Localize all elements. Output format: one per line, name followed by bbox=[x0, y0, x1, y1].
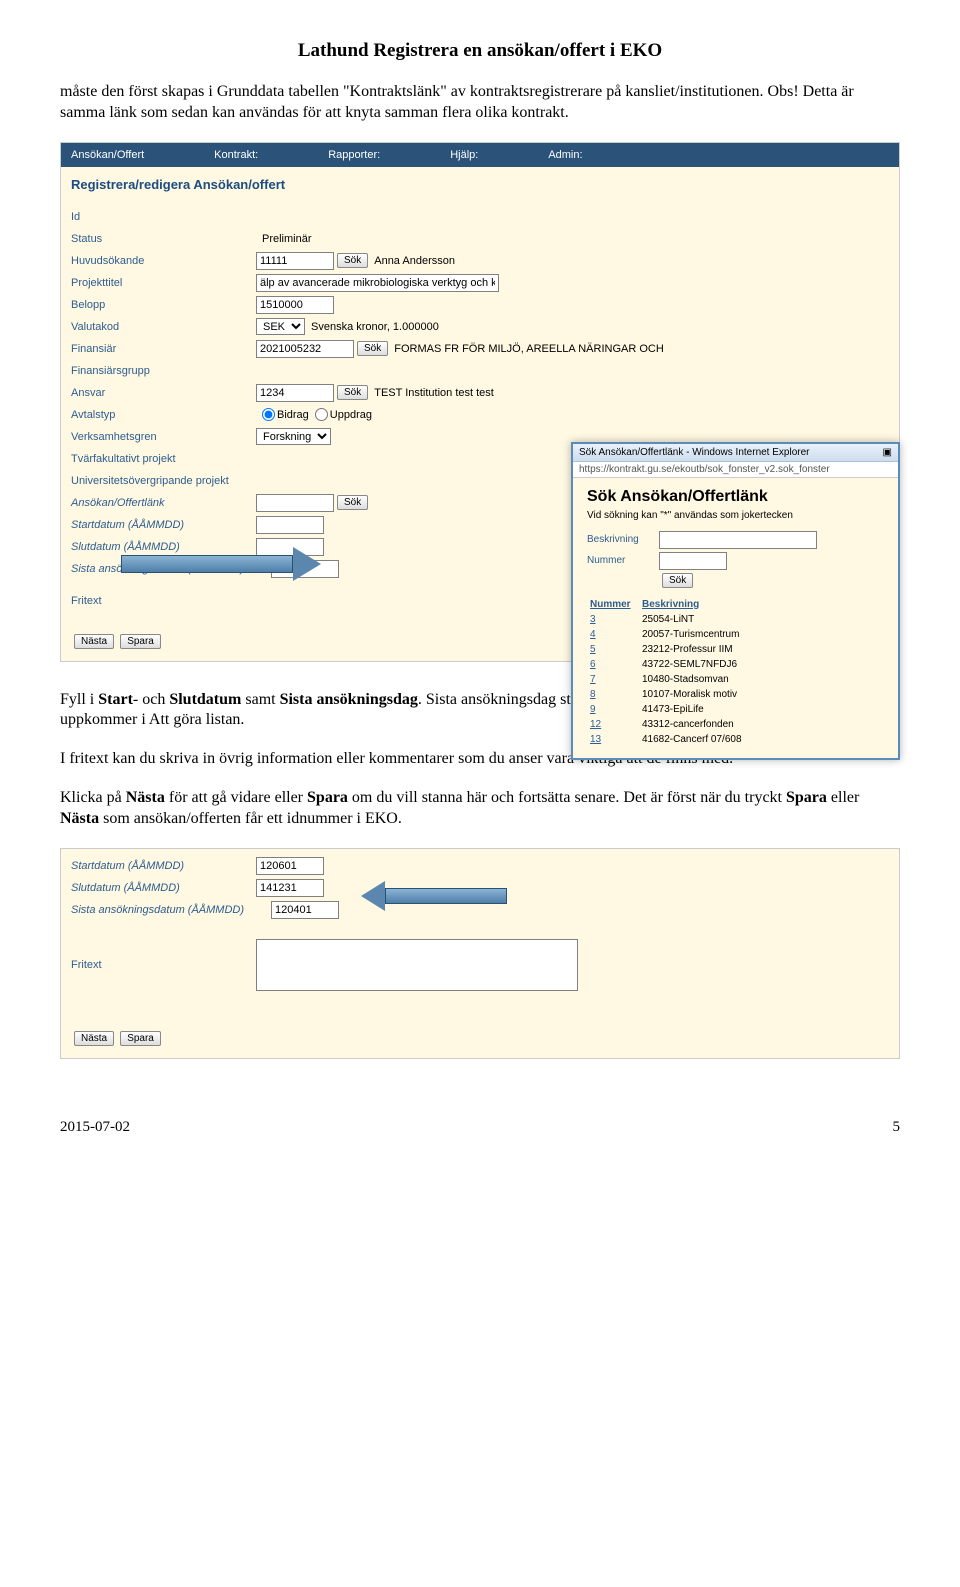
label-slutdatum: Slutdatum (ÅÅMMDD) bbox=[71, 882, 256, 894]
startdatum-input[interactable] bbox=[256, 516, 324, 534]
paragraph-1: måste den först skapas i Grunddata tabel… bbox=[60, 82, 900, 124]
label-huvudsokande: Huvudsökande bbox=[71, 255, 256, 267]
label-fritext: Fritext bbox=[71, 595, 256, 607]
spara-button[interactable]: Spara bbox=[120, 1031, 161, 1046]
radio-bidrag[interactable] bbox=[262, 408, 275, 421]
table-row[interactable]: 710480-Stadsomvan bbox=[589, 673, 743, 686]
popup-nummer-input[interactable] bbox=[659, 552, 727, 570]
nav-item[interactable]: Hjälp: bbox=[450, 149, 478, 161]
table-row[interactable]: 1341682-Cancerf 07/608 bbox=[589, 733, 743, 746]
window-controls-icon[interactable]: ▣ bbox=[883, 447, 892, 458]
ansvar-desc: TEST Institution test test bbox=[374, 387, 494, 399]
finansiar-desc: FORMAS FR FÖR MILJÖ, AREELLA NÄRINGAR OC… bbox=[394, 343, 664, 355]
nav-item[interactable]: Admin: bbox=[548, 149, 582, 161]
table-row[interactable]: 941473-EpiLife bbox=[589, 703, 743, 716]
label-avtalstyp: Avtalstyp bbox=[71, 409, 256, 421]
label-id: Id bbox=[71, 211, 256, 223]
navbar: Ansökan/Offert Kontrakt: Rapporter: Hjäl… bbox=[61, 143, 899, 167]
nasta-button[interactable]: Nästa bbox=[74, 634, 114, 649]
table-row[interactable]: 1243312-cancerfonden bbox=[589, 718, 743, 731]
label-finansiarsgrupp: Finansiärsgrupp bbox=[71, 365, 256, 377]
valuta-desc: Svenska kronor, 1.000000 bbox=[311, 321, 439, 333]
fritext-textarea[interactable] bbox=[256, 939, 578, 991]
label-startdatum: Startdatum (ÅÅMMDD) bbox=[71, 519, 256, 531]
nav-item[interactable]: Rapporter: bbox=[328, 149, 380, 161]
label-startdatum: Startdatum (ÅÅMMDD) bbox=[71, 860, 256, 872]
sok-button[interactable]: Sök bbox=[337, 385, 368, 400]
huvudsokande-input[interactable] bbox=[256, 252, 334, 270]
table-row[interactable]: 523212-Professur IIM bbox=[589, 643, 743, 656]
label-belopp: Belopp bbox=[71, 299, 256, 311]
section-heading: Registrera/redigera Ansökan/offert bbox=[61, 167, 899, 202]
label-valutakod: Valutakod bbox=[71, 321, 256, 333]
huvudsokande-name: Anna Andersson bbox=[374, 255, 455, 267]
form-area: Id Status Preliminär Huvudsökande Sök An… bbox=[61, 202, 899, 622]
paragraph-4: Klicka på Nästa för att gå vidare eller … bbox=[60, 788, 900, 830]
popup-sok-button[interactable]: Sök bbox=[662, 573, 693, 588]
table-row[interactable]: 420057-Turismcentrum bbox=[589, 628, 743, 641]
footer-date: 2015-07-02 bbox=[60, 1119, 130, 1136]
valutakod-select[interactable]: SEK bbox=[256, 318, 305, 335]
offertlank-input[interactable] bbox=[256, 494, 334, 512]
popup-titlebar: Sök Ansökan/Offertlänk - Windows Interne… bbox=[573, 444, 898, 462]
sok-button[interactable]: Sök bbox=[337, 495, 368, 510]
sista-input[interactable] bbox=[271, 901, 339, 919]
ansvar-input[interactable] bbox=[256, 384, 334, 402]
radio-uppdrag[interactable] bbox=[315, 408, 328, 421]
table-row[interactable]: 325054-LiNT bbox=[589, 613, 743, 626]
popup-results-table: NummerBeskrivning 325054-LiNT420057-Turi… bbox=[587, 596, 745, 748]
status-value: Preliminär bbox=[262, 233, 312, 245]
label-ansvar: Ansvar bbox=[71, 387, 256, 399]
search-popup: Sök Ansökan/Offertlänk - Windows Interne… bbox=[571, 442, 900, 760]
popup-heading: Sök Ansökan/Offertlänk bbox=[587, 488, 884, 506]
label-tvarfak: Tvärfakultativt projekt bbox=[71, 453, 256, 465]
label-univover: Universitetsövergripande projekt bbox=[71, 475, 291, 487]
screenshot-form: Ansökan/Offert Kontrakt: Rapporter: Hjäl… bbox=[60, 142, 900, 662]
label-status: Status bbox=[71, 233, 256, 245]
popup-subtext: Vid sökning kan "*" användas som jokerte… bbox=[587, 510, 884, 521]
table-row[interactable]: 810107-Moralisk motiv bbox=[589, 688, 743, 701]
finansiar-input[interactable] bbox=[256, 340, 354, 358]
slutdatum-input[interactable] bbox=[256, 879, 324, 897]
label-offertlank: Ansökan/Offertlänk bbox=[71, 497, 256, 509]
bidrag-label: Bidrag bbox=[277, 409, 309, 421]
popup-nummer-label: Nummer bbox=[587, 555, 659, 566]
nasta-button[interactable]: Nästa bbox=[74, 1031, 114, 1046]
footer-page: 5 bbox=[893, 1119, 901, 1136]
projekttitel-input[interactable] bbox=[256, 274, 499, 292]
label-fritext: Fritext bbox=[71, 959, 256, 971]
nav-item[interactable]: Kontrakt: bbox=[214, 149, 258, 161]
label-sista: Sista ansökningsdatum (ÅÅMMDD) bbox=[71, 904, 271, 916]
label-finansiar: Finansiär bbox=[71, 343, 256, 355]
nav-item[interactable]: Ansökan/Offert bbox=[71, 149, 144, 161]
uppdrag-label: Uppdrag bbox=[330, 409, 372, 421]
spara-button[interactable]: Spara bbox=[120, 634, 161, 649]
startdatum-input[interactable] bbox=[256, 857, 324, 875]
label-projekttitel: Projekttitel bbox=[71, 277, 256, 289]
sok-button[interactable]: Sök bbox=[357, 341, 388, 356]
screenshot-dates: Startdatum (ÅÅMMDD) Slutdatum (ÅÅMMDD) S… bbox=[60, 848, 900, 1059]
table-row[interactable]: 643722-SEML7NFDJ6 bbox=[589, 658, 743, 671]
popup-beskrivning-label: Beskrivning bbox=[587, 534, 659, 545]
label-verksamhetsgren: Verksamhetsgren bbox=[71, 431, 256, 443]
belopp-input[interactable] bbox=[256, 296, 334, 314]
sok-button[interactable]: Sök bbox=[337, 253, 368, 268]
annotation-arrow-icon bbox=[361, 881, 521, 911]
page-title: Lathund Registrera en ansökan/offert i E… bbox=[60, 40, 900, 62]
verksamhetsgren-select[interactable]: Forskning bbox=[256, 428, 331, 445]
annotation-arrow-icon bbox=[121, 547, 331, 581]
popup-beskrivning-input[interactable] bbox=[659, 531, 817, 549]
page-footer: 2015-07-02 5 bbox=[60, 1119, 900, 1136]
popup-urlbar: https://kontrakt.gu.se/ekoutb/sok_fonste… bbox=[573, 462, 898, 478]
